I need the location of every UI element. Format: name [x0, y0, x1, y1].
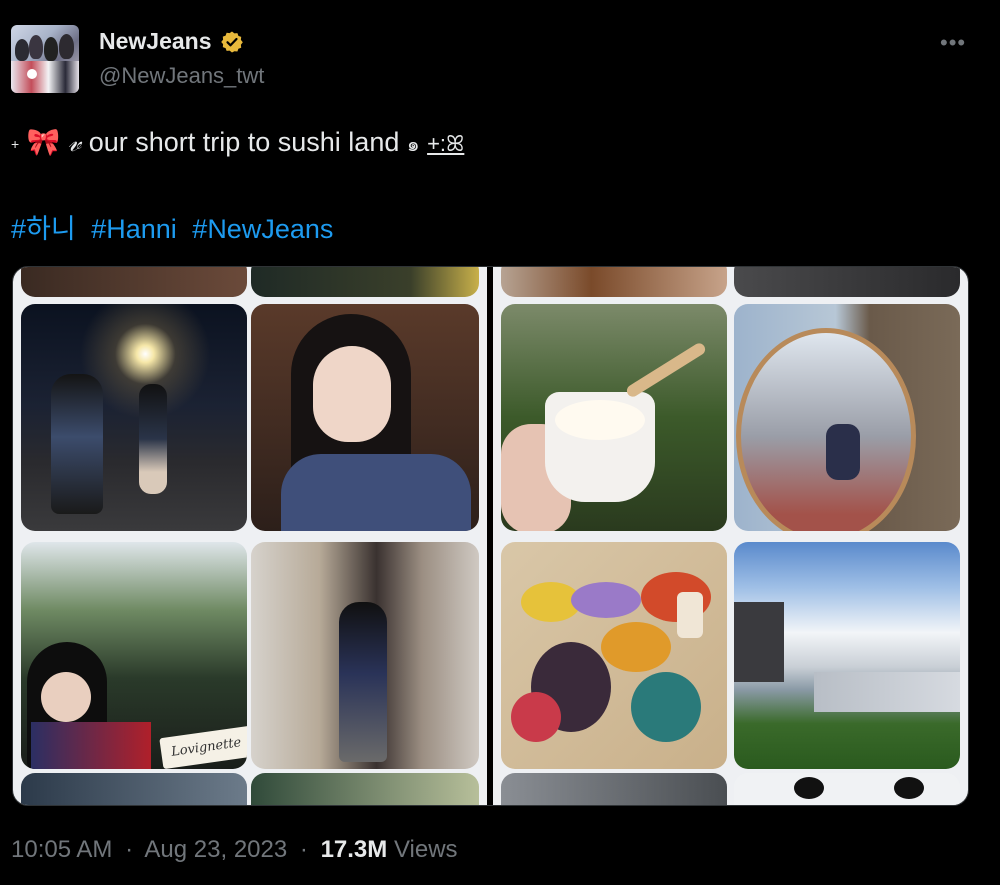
hashtag-hanni[interactable]: #Hanni	[91, 214, 177, 244]
photo-strip-bottom-1	[21, 773, 247, 805]
photo-closet-mirror	[251, 542, 479, 769]
photo-convex-mirror	[734, 304, 960, 531]
caption-text: Lovignette	[170, 735, 243, 760]
photo-canal: Lovignette	[21, 542, 247, 769]
verified-badge-icon	[220, 31, 243, 52]
photo-strip-top-2	[251, 267, 479, 297]
photo-selfie	[251, 304, 479, 531]
tweet-date[interactable]: Aug 23, 2023	[144, 836, 287, 863]
photo-ice-cream	[501, 304, 727, 531]
avatar[interactable]	[11, 25, 79, 93]
tweet-body: our short trip to sushi land	[81, 127, 407, 157]
hashtag-newjeans[interactable]: #NewJeans	[192, 214, 333, 244]
media-photo-left[interactable]: Lovignette	[13, 267, 487, 805]
photo-city-view	[734, 542, 960, 769]
photo-paint-palette	[501, 542, 727, 769]
meta-separator: ·	[125, 836, 134, 863]
media-gallery[interactable]: Lovignette	[12, 266, 969, 806]
hashtags: #하니 #Hanni #NewJeans	[11, 207, 341, 246]
plus-glyph: +	[11, 135, 20, 152]
tweet-meta: 10:05 AM · Aug 23, 2023 · 17.3M Views	[11, 836, 458, 864]
script-v-glyph: 𝓋	[67, 127, 82, 157]
views-label: Views	[393, 836, 458, 863]
tail-glyph: +:ꕤ	[427, 131, 465, 156]
photo-strip-top-1	[21, 267, 247, 297]
hashtag-hani-ko[interactable]: #하니	[11, 214, 76, 244]
tweet-time[interactable]: 10:05 AM	[11, 836, 112, 863]
photo-strip-bottom-3	[501, 773, 727, 805]
photo-strip-top-4	[734, 267, 960, 297]
photo-strip-bottom-4	[734, 773, 960, 805]
more-options-icon[interactable]: •••	[940, 30, 966, 56]
meta-separator: ·	[299, 836, 308, 863]
account-handle[interactable]: @NewJeans_twt	[99, 63, 264, 89]
photo-night-street	[21, 304, 247, 531]
tweet-text: + 🎀 𝓋 our short trip to sushi land ๑ +:ꕤ	[11, 126, 464, 160]
views-count[interactable]: 17.3M	[321, 836, 388, 863]
swirl-glyph: ๑	[406, 134, 420, 156]
media-photo-right[interactable]	[493, 267, 968, 805]
caption-card: Lovignette	[159, 725, 247, 769]
account-name[interactable]: NewJeans	[99, 28, 212, 55]
bow-emoji-icon: 🎀	[26, 127, 61, 157]
photo-strip-top-3	[501, 267, 727, 297]
photo-strip-bottom-2	[251, 773, 479, 805]
